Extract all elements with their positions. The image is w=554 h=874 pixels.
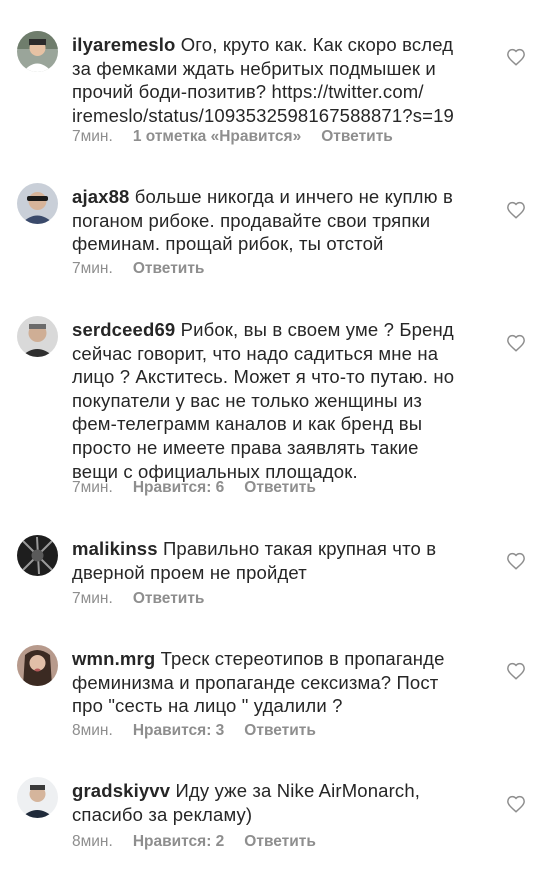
comment-likes[interactable]: Нравится: 2 — [133, 833, 224, 850]
comment-time: 8мин. — [72, 722, 113, 739]
comment-text: serdceed69 Рибок, вы в своем уме ? Бренд… — [72, 318, 492, 483]
comment-username[interactable]: serdceed69 — [72, 319, 175, 340]
comment-body: больше никогда и инчего не куплю в поган… — [72, 186, 453, 255]
reply-button[interactable]: Ответить — [321, 128, 393, 145]
avatar[interactable] — [17, 316, 58, 357]
comment-text: gradskiyvv Иду уже за Nike AirMonarch, с… — [72, 779, 492, 826]
comment-username[interactable]: gradskiyvv — [72, 780, 170, 801]
heart-outline-icon[interactable] — [506, 662, 526, 680]
comment-meta: 8мин. Нравится: 3 Ответить — [72, 721, 316, 741]
reply-button[interactable]: Ответить — [133, 260, 205, 277]
comment-text: ajax88 больше никогда и инчего не куплю … — [72, 185, 492, 256]
comment-time: 7мин. — [72, 479, 113, 496]
avatar[interactable] — [17, 31, 58, 72]
comment-text: malikinss Правильно такая крупная что в … — [72, 537, 492, 584]
reply-button[interactable]: Ответить — [244, 479, 316, 496]
comment-username[interactable]: wmn.mrg — [72, 648, 155, 669]
heart-outline-icon[interactable] — [506, 334, 526, 352]
comment-body: Рибок, вы в своем уме ? Бренд сейчас гов… — [72, 319, 455, 482]
avatar[interactable] — [17, 777, 58, 818]
comment-time: 7мин. — [72, 590, 113, 607]
avatar[interactable] — [17, 535, 58, 576]
heart-outline-icon[interactable] — [506, 552, 526, 570]
comment-time: 8мин. — [72, 833, 113, 850]
reply-button[interactable]: Ответить — [244, 833, 316, 850]
comment-username[interactable]: malikinss — [72, 538, 158, 559]
comment-likes[interactable]: Нравится: 3 — [133, 722, 224, 739]
comment-likes[interactable]: Нравится: 6 — [133, 479, 224, 496]
comment-meta: 7мин. Нравится: 6 Ответить — [72, 478, 316, 498]
comment-text: wmn.mrg Треск стереотипов в пропаганде ф… — [72, 647, 492, 718]
heart-outline-icon[interactable] — [506, 795, 526, 813]
heart-outline-icon[interactable] — [506, 201, 526, 219]
heart-outline-icon[interactable] — [506, 48, 526, 66]
comment-time: 7мин. — [72, 128, 113, 145]
reply-button[interactable]: Ответить — [133, 590, 205, 607]
comment-time: 7мин. — [72, 260, 113, 277]
comment-meta: 7мин. 1 отметка «Нравится» Ответить — [72, 127, 393, 147]
comment-meta: 8мин. Нравится: 2 Ответить — [72, 832, 316, 852]
avatar[interactable] — [17, 183, 58, 224]
comment-meta: 7мин. Ответить — [72, 259, 204, 279]
comment-meta: 7мин. Ответить — [72, 589, 204, 609]
comment-username[interactable]: ilyaremeslo — [72, 34, 175, 55]
comment-username[interactable]: ajax88 — [72, 186, 129, 207]
reply-button[interactable]: Ответить — [244, 722, 316, 739]
comment-text: ilyaremeslo Ого, круто как. Как скоро вс… — [72, 33, 492, 127]
avatar[interactable] — [17, 645, 58, 686]
comment-likes[interactable]: 1 отметка «Нравится» — [133, 128, 301, 145]
